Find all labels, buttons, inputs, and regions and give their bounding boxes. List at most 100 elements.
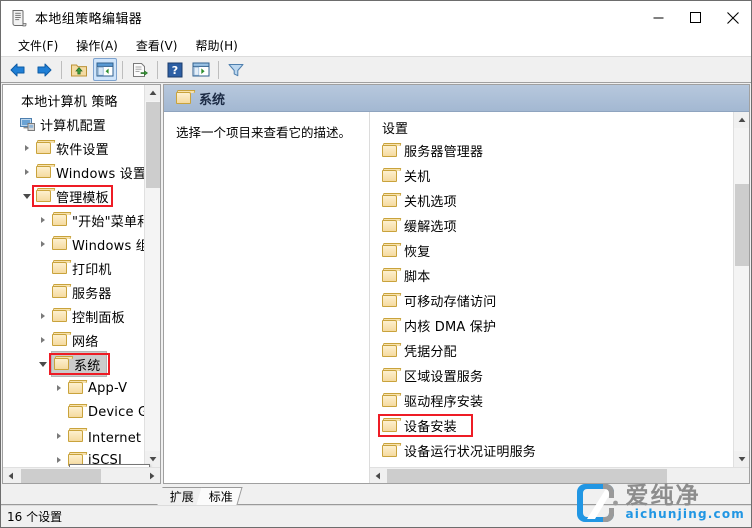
tree-item[interactable]: App-V (3, 376, 144, 400)
settings-scroll-left-button[interactable] (370, 468, 386, 484)
tree-horizontal-scrollbar[interactable] (3, 467, 160, 483)
tree-item[interactable]: 网络 (3, 328, 144, 352)
status-bar: 16 个设置 (1, 505, 751, 527)
settings-list-item[interactable]: 恢复 (370, 238, 733, 263)
settings-scroll-down-button[interactable] (734, 451, 749, 467)
tree-scroll-right-button[interactable] (144, 468, 160, 484)
settings-list-item[interactable]: 设备运行状况证明服务 (370, 438, 733, 463)
minimize-button[interactable] (640, 1, 677, 34)
chevron-right-icon[interactable] (35, 208, 51, 232)
tree-item[interactable]: Windows 设置 (3, 160, 146, 184)
tree-scroll-thumb[interactable] (146, 102, 160, 188)
settings-list-item[interactable]: 服务器管理器 (370, 138, 733, 163)
chevron-right-icon[interactable] (51, 424, 67, 448)
settings-list-item[interactable]: 区域设置服务 (370, 363, 733, 388)
folder-icon (51, 208, 72, 232)
menu-file[interactable]: 文件(F) (9, 35, 67, 56)
settings-list-item[interactable]: 可移动存储访问 (370, 288, 733, 313)
up-folder-icon[interactable] (67, 58, 91, 81)
tree-item-content: 软件设置 (35, 136, 109, 160)
tree-item-label: 控制面板 (72, 310, 125, 326)
menu-help[interactable]: 帮助(H) (186, 35, 246, 56)
forward-icon[interactable] (32, 58, 56, 81)
settings-horizontal-scrollbar[interactable] (370, 467, 749, 483)
help-icon[interactable]: ? (163, 58, 187, 81)
tree-hscroll-thumb[interactable] (21, 469, 101, 483)
window-controls (640, 1, 751, 34)
settings-list-item[interactable]: 脚本 (370, 263, 733, 288)
filter-icon[interactable] (224, 58, 248, 81)
settings-list-item[interactable]: 内核 DMA 保护 (370, 313, 733, 338)
settings-list-item[interactable]: 凭据分配 (370, 338, 733, 363)
tree-item[interactable]: 本地计算机 策略 (3, 88, 144, 112)
settings-scroll-up-button[interactable] (734, 112, 749, 128)
chevron-right-icon[interactable] (35, 304, 51, 328)
tree-item[interactable]: 控制面板 (3, 304, 144, 328)
folder-icon (176, 90, 196, 104)
tree-item[interactable]: 管理模板 (3, 184, 144, 208)
properties-icon[interactable] (189, 58, 213, 81)
folder-icon (382, 242, 402, 257)
tree-scroll-left-button[interactable] (3, 468, 19, 484)
chevron-right-icon[interactable] (35, 328, 51, 352)
settings-list-item[interactable]: 关机选项 (370, 188, 733, 213)
tree-vertical-scrollbar[interactable] (144, 85, 160, 467)
chevron-down-icon[interactable] (35, 352, 51, 376)
tree-item[interactable]: Windows 组件 (3, 232, 160, 256)
tree-item[interactable]: 系统 (3, 351, 144, 377)
settings-list-item[interactable]: 驱动程序安装 (370, 388, 733, 413)
settings-vertical-scrollbar[interactable] (733, 112, 749, 467)
tree-item[interactable]: 计算机配置 (3, 112, 144, 136)
toolbar-separator (61, 60, 62, 79)
computer-icon (19, 112, 36, 136)
toolbar: ? (1, 56, 751, 83)
folder-icon (382, 142, 402, 157)
tree-indent-spacer (3, 88, 19, 112)
chevron-right-icon[interactable] (51, 448, 67, 467)
tree-item-label: 管理模板 (56, 190, 109, 206)
show-hide-tree-icon[interactable] (93, 58, 117, 81)
tree-item[interactable]: 软件设置 (3, 136, 144, 160)
tree-item[interactable]: Internet 通 (3, 424, 159, 448)
tree-tooltip: PIN 复杂性 (69, 464, 150, 467)
tree-item[interactable]: Device Gu (3, 400, 157, 424)
chevron-down-icon[interactable] (19, 184, 35, 208)
tree-item[interactable]: "开始"菜单和任 (3, 208, 160, 232)
settings-hscroll-thumb[interactable] (387, 469, 667, 483)
folder-icon (382, 367, 402, 382)
settings-scroll-thumb[interactable] (735, 184, 749, 266)
folder-icon (51, 328, 72, 352)
tree-item[interactable]: 服务器 (3, 280, 144, 304)
close-button[interactable] (714, 1, 751, 34)
folder-icon (382, 417, 402, 432)
tree-indent-spacer (51, 400, 67, 424)
export-list-icon[interactable] (128, 58, 152, 81)
maximize-button[interactable] (677, 1, 714, 34)
svg-text:?: ? (172, 64, 178, 77)
chevron-right-icon[interactable] (19, 160, 35, 184)
folder-icon (382, 292, 402, 307)
settings-list-item-label: 设备安装 (404, 420, 457, 435)
folder-icon (382, 167, 402, 182)
details-body: 选择一个项目来查看它的描述。 设置 服务器管理器 关机 关机选项 缓解选项 恢复 脚本 可移… (164, 112, 749, 483)
tree-item-content: App-V (67, 376, 127, 400)
settings-list: 服务器管理器 关机 关机选项 缓解选项 恢复 脚本 可移动存储访问 内核 DMA 保护 凭据分配… (370, 138, 733, 467)
folder-icon (53, 352, 74, 376)
settings-list-item[interactable]: 缓解选项 (370, 213, 733, 238)
tab-standard[interactable]: 标准 (196, 487, 243, 505)
chevron-right-icon[interactable] (35, 232, 51, 256)
console-tree-pane: 本地计算机 策略 计算机配置 软件设置 Windows 设置管理模板 "开始"菜单和任 W… (2, 84, 161, 484)
settings-list-item[interactable]: 关机 (370, 163, 733, 188)
tree-scroll-up-button[interactable] (145, 85, 160, 101)
chevron-right-icon[interactable] (51, 376, 67, 400)
settings-list-item[interactable]: 设备安装 (370, 413, 733, 438)
tree-item[interactable]: 打印机 (3, 256, 144, 280)
chevron-right-icon[interactable] (19, 136, 35, 160)
menu-view[interactable]: 查看(V) (127, 35, 187, 56)
back-icon[interactable] (6, 58, 30, 81)
tree-item-content: 网络 (51, 328, 98, 352)
tree-item-content: 计算机配置 (19, 112, 106, 136)
menu-action[interactable]: 操作(A) (67, 35, 127, 56)
tree-item-label: App-V (88, 380, 128, 396)
settings-scroll-region: 设置 服务器管理器 关机 关机选项 缓解选项 恢复 脚本 可移动存储访问 内核 DMA 保护凭… (370, 112, 749, 467)
